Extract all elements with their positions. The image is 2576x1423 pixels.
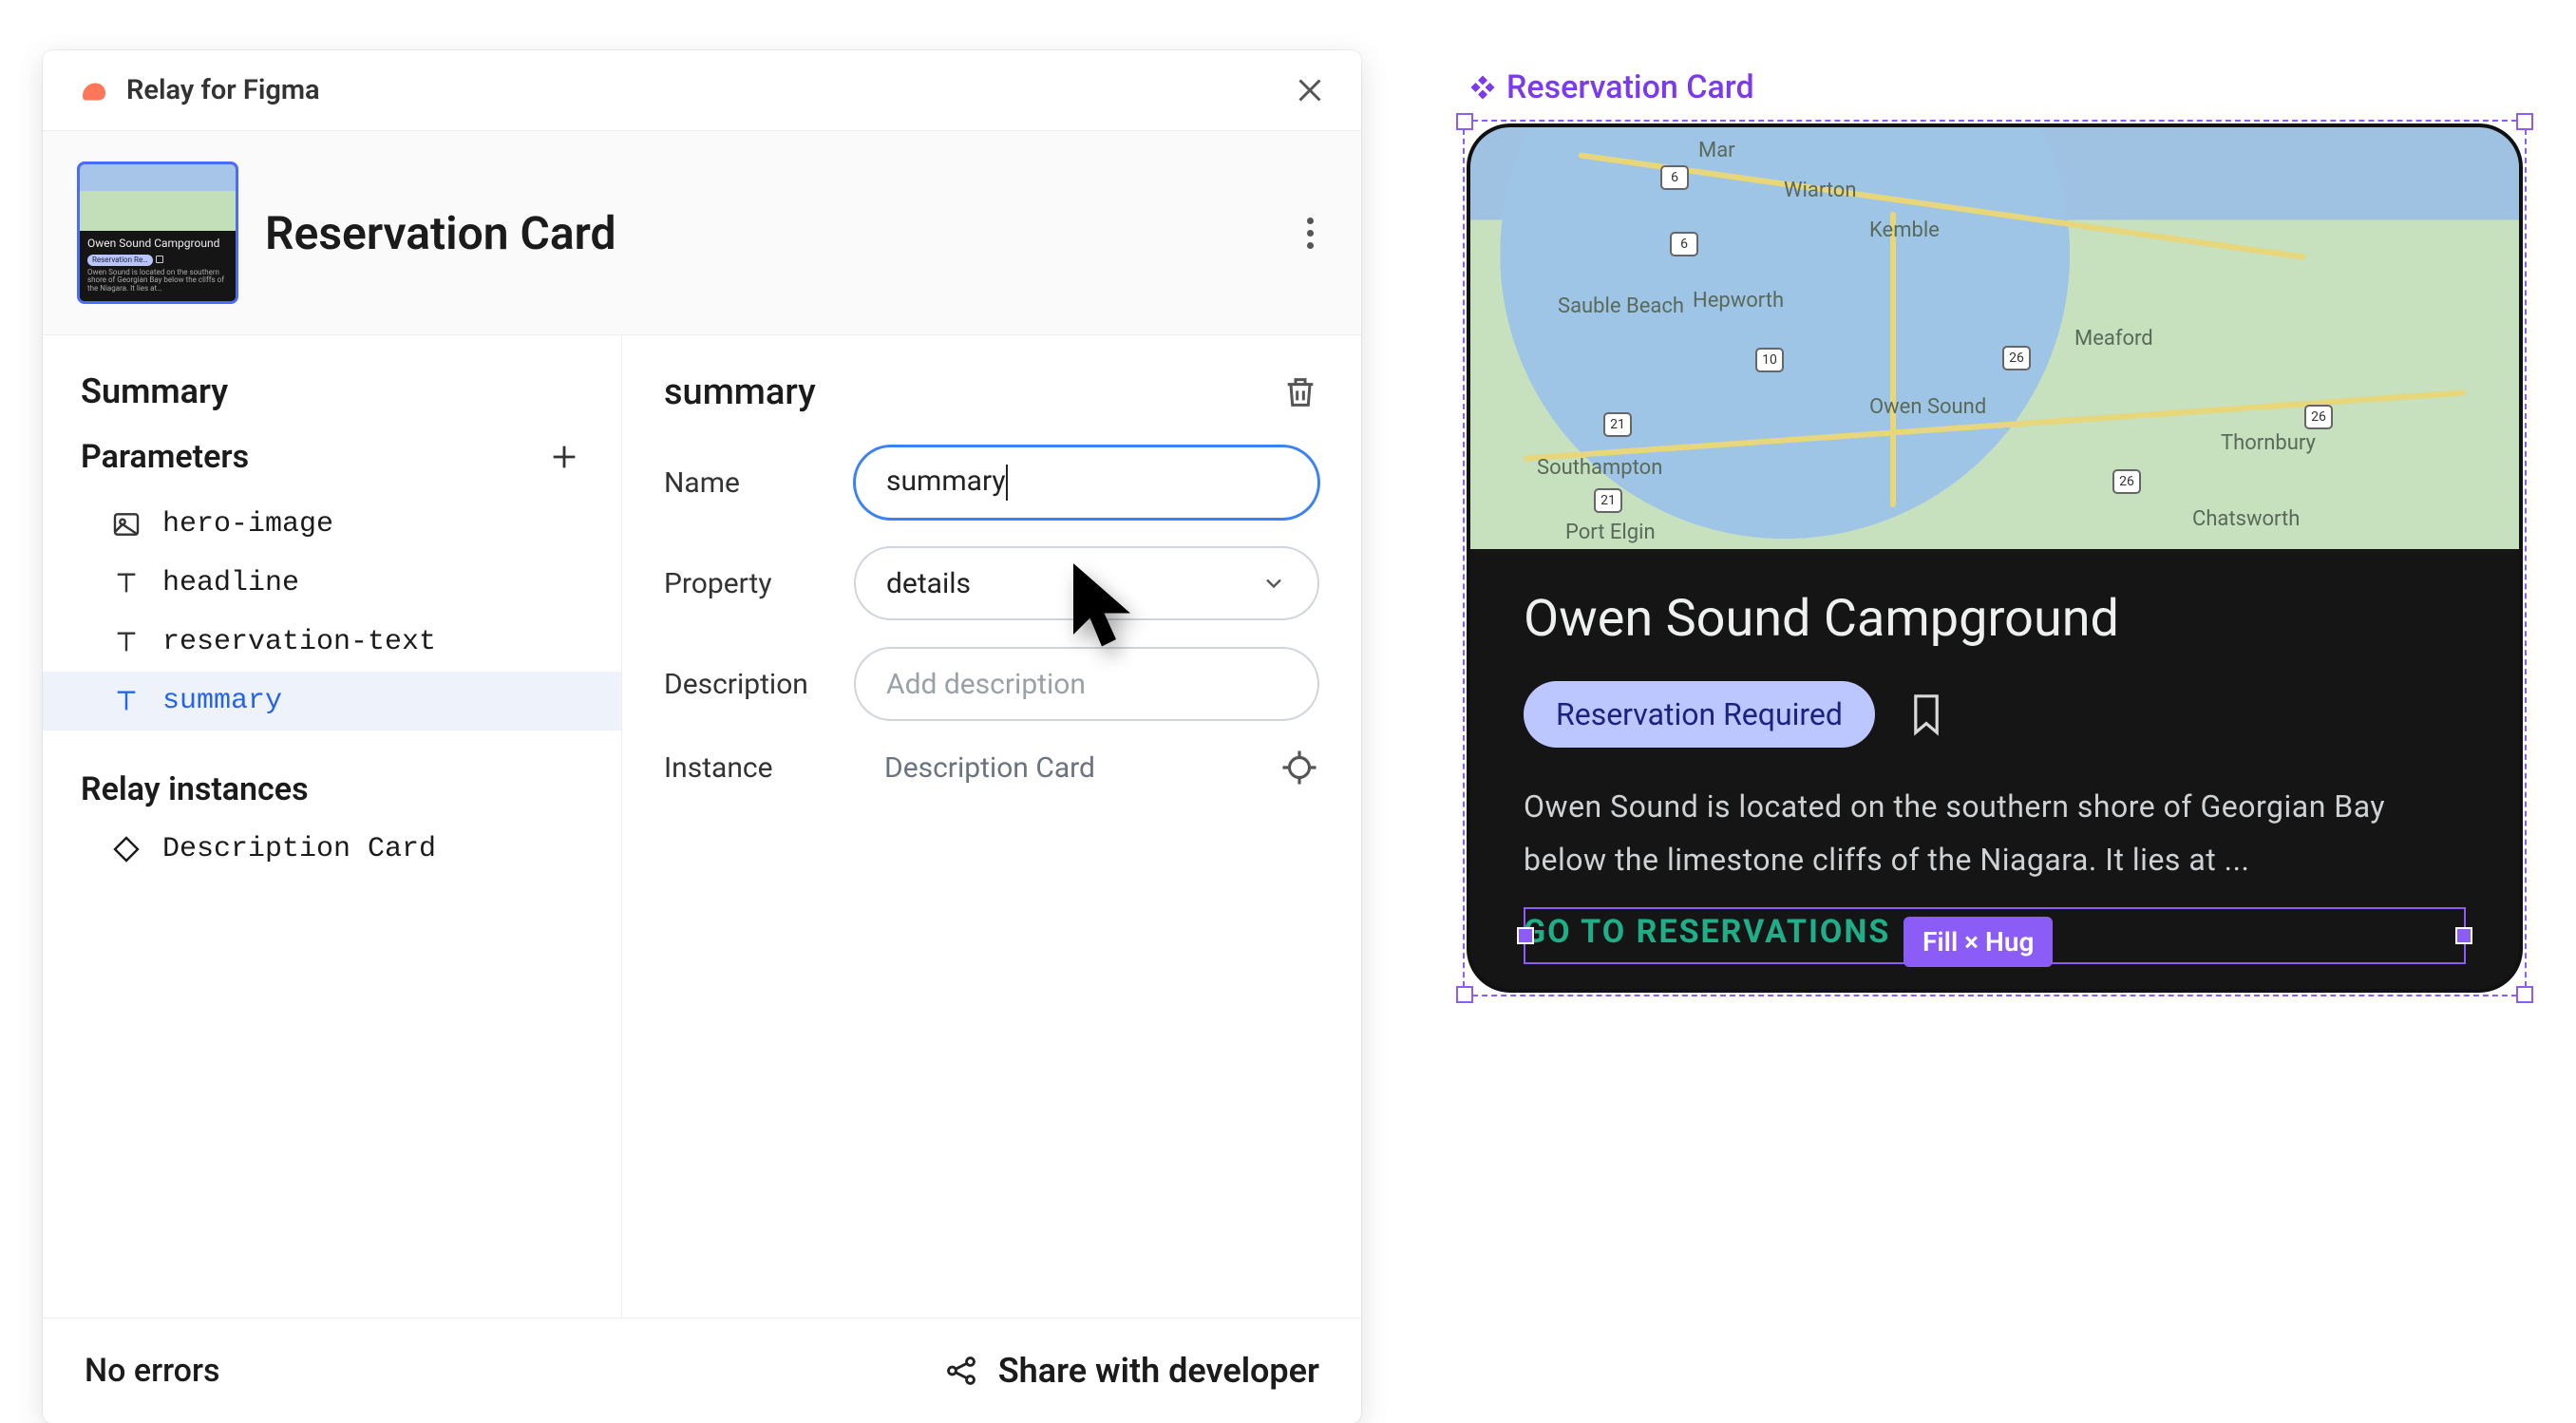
parameter-name: headline [162, 567, 299, 599]
parameter-item-summary[interactable]: summary [43, 672, 621, 730]
parameter-item-headline[interactable]: headline [43, 554, 621, 613]
parameter-name: reservation-text [162, 626, 436, 658]
parameter-name: summary [162, 685, 282, 717]
autolayout-badge: Fill × Hug [1904, 917, 2053, 967]
instance-name: Description Card [162, 833, 436, 865]
status-text: No errors [85, 1352, 220, 1390]
map-route-shield: 26 [2002, 346, 2031, 370]
panel-footer: No errors Share with developer [43, 1318, 1361, 1423]
reservation-chip[interactable]: Reservation Required [1524, 681, 1875, 748]
map-city-label: Port Elgin [1565, 521, 1656, 544]
text-icon [111, 627, 142, 657]
relay-instances-heading: Relay instances [43, 753, 621, 820]
left-column: Summary Parameters hero-image headline res… [43, 335, 622, 1318]
summary-heading: Summary [43, 371, 621, 438]
text-icon [111, 686, 142, 716]
bookmark-icon[interactable] [1907, 692, 1945, 737]
relay-logo-icon [77, 73, 111, 107]
component-header: Owen Sound Campground Reservation Re… Ow… [43, 131, 1361, 335]
map-city-label: Owen Sound [1869, 395, 1986, 419]
component-thumbnail: Owen Sound Campground Reservation Re… Ow… [77, 161, 238, 304]
reservation-card: Mar Wiarton Kemble Sauble Beach Hepworth Owen… [1467, 123, 2523, 993]
map-route-shield: 6 [1670, 232, 1698, 256]
overflow-menu-icon[interactable] [1293, 216, 1327, 250]
map-route-shield: 6 [1660, 165, 1689, 190]
locate-instance-icon[interactable] [1279, 748, 1319, 787]
name-label: Name [664, 466, 831, 500]
selection-frame[interactable]: Mar Wiarton Kemble Sauble Beach Hepworth Owen… [1463, 120, 2527, 996]
component-name: Reservation Card [265, 206, 616, 260]
map-city-label: Meaford [2074, 327, 2153, 351]
delete-icon[interactable] [1281, 373, 1319, 411]
card-title: Owen Sound Campground [1524, 589, 2466, 649]
property-label: Property [664, 567, 831, 600]
frame-label[interactable]: Reservation Card [1468, 68, 2527, 106]
parameter-item-hero-image[interactable]: hero-image [43, 495, 621, 554]
parameter-item-reservation-text[interactable]: reservation-text [43, 613, 621, 672]
parameter-list: hero-image headline reservation-text summar… [43, 491, 621, 753]
image-icon [111, 509, 142, 540]
figma-canvas: Reservation Card Mar Wiarton Kemble Sauble … [1463, 68, 2527, 996]
map-city-label: Thornbury [2221, 431, 2316, 455]
instance-label: Instance [664, 751, 831, 785]
parameters-heading: Parameters [81, 438, 249, 476]
description-input[interactable]: Add description [854, 647, 1319, 721]
close-icon[interactable] [1293, 73, 1327, 107]
diamond-icon [111, 834, 142, 864]
map-city-label: Hepworth [1693, 289, 1784, 313]
map-city-label: Chatsworth [2192, 507, 2300, 531]
share-with-developer-button[interactable]: Share with developer [943, 1351, 1319, 1391]
card-body: Owen Sound Campground Reservation Requir… [1470, 549, 2519, 989]
map-route-shield: 21 [1594, 488, 1622, 513]
detail-column: summary Name summary Property details [622, 335, 1361, 1318]
parameter-name: hero-image [162, 508, 333, 541]
map-city-label: Mar [1698, 139, 1735, 162]
property-select[interactable]: details [854, 546, 1319, 620]
map-city-label: Southampton [1537, 456, 1662, 480]
map-city-label: Wiarton [1784, 179, 1857, 202]
map-city-label: Kemble [1869, 218, 1940, 242]
text-icon [111, 568, 142, 598]
app-title: Relay for Figma [126, 74, 320, 106]
name-input[interactable]: summary [854, 446, 1319, 520]
chevron-down-icon [1260, 570, 1287, 597]
map-route-shield: 26 [2304, 405, 2333, 429]
add-parameter-icon[interactable] [545, 438, 583, 476]
panel-titlebar: Relay for Figma [43, 50, 1361, 131]
map-route-shield: 26 [2112, 469, 2141, 494]
hero-map-image: Mar Wiarton Kemble Sauble Beach Hepworth Owen… [1470, 127, 2519, 549]
instance-value: Description Card [854, 751, 1257, 785]
description-label: Description [664, 668, 831, 701]
card-description: Owen Sound is located on the southern sh… [1524, 780, 2466, 886]
instance-item[interactable]: Description Card [43, 820, 621, 879]
instance-list: Description Card [43, 820, 621, 879]
map-city-label: Sauble Beach [1558, 294, 1684, 318]
detail-title: summary [664, 371, 816, 413]
map-route-shield: 10 [1755, 348, 1784, 372]
relay-plugin-panel: Relay for Figma Owen Sound Campground Re… [43, 50, 1361, 1423]
map-route-shield: 21 [1603, 412, 1632, 437]
